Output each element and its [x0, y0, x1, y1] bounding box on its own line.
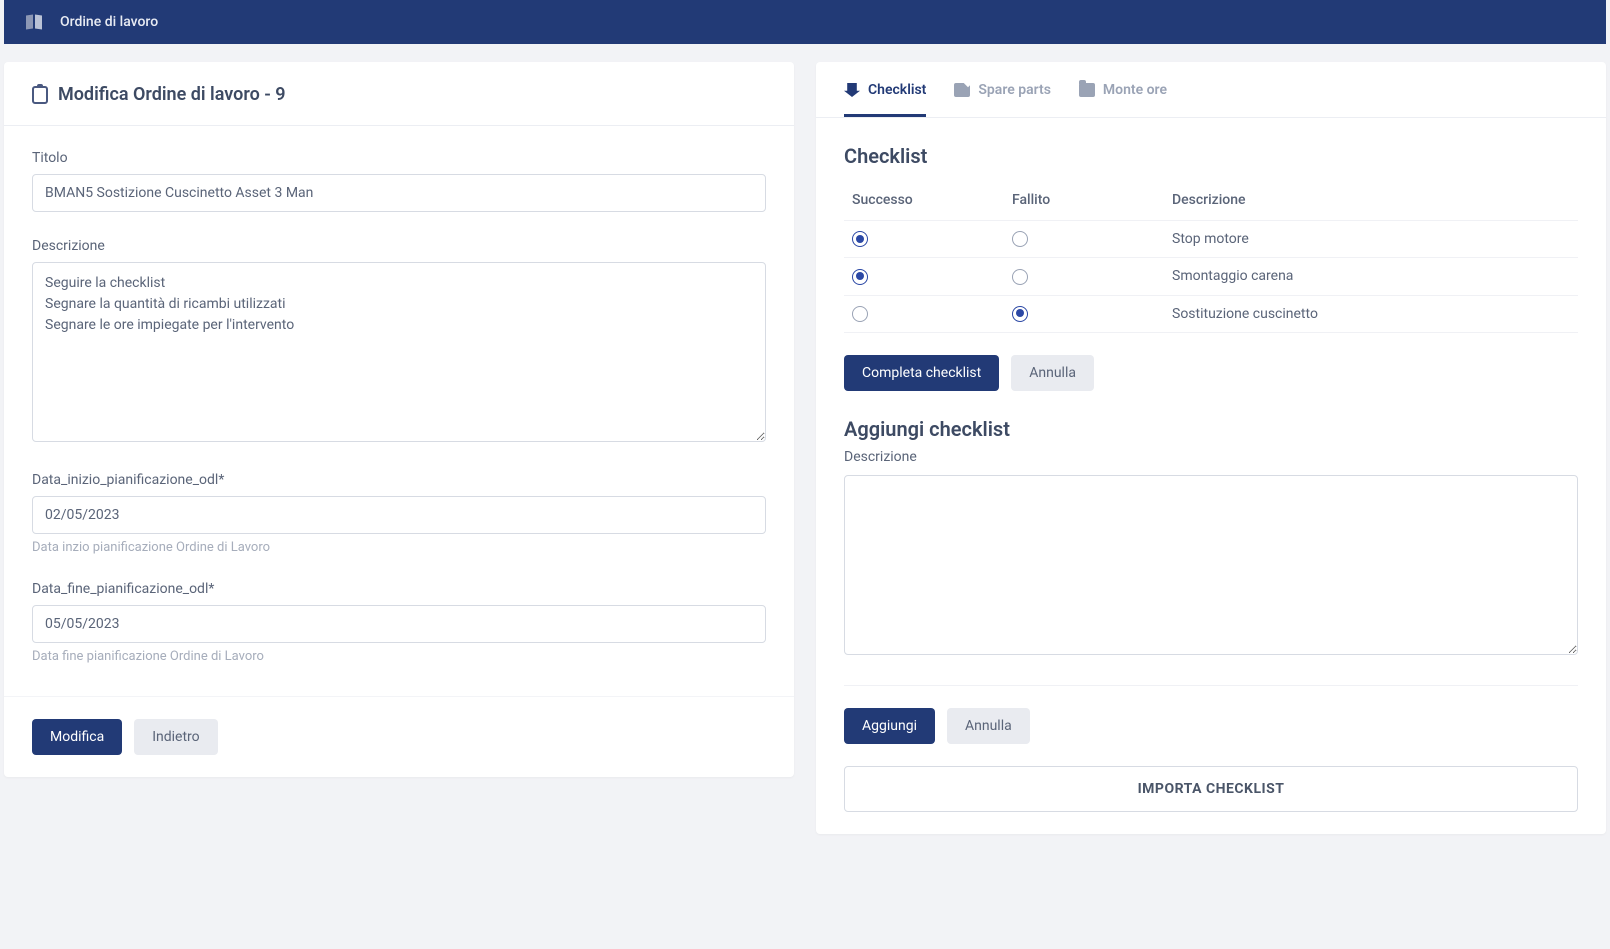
book-icon [26, 14, 44, 30]
titolo-input[interactable] [32, 174, 766, 212]
clipboard-icon [32, 86, 48, 104]
page-title: Modifica Ordine di lavoro - 9 [58, 84, 286, 105]
aggiungi-button[interactable]: Aggiungi [844, 708, 935, 744]
tab-checklist-label: Checklist [868, 82, 926, 98]
checklist-heading: Checklist [844, 144, 1578, 168]
successo-radio[interactable] [852, 269, 868, 285]
tab-spare-parts-label: Spare parts [978, 82, 1051, 98]
data-fine-help: Data fine pianificazione Ordine di Lavor… [32, 649, 766, 664]
field-data-inizio: Data_inizio_pianificazione_odl* Data inz… [32, 472, 766, 555]
tab-spare-parts[interactable]: Spare parts [954, 82, 1051, 117]
data-fine-input[interactable] [32, 605, 766, 643]
col-fallito: Fallito [1004, 184, 1164, 221]
importa-checklist-button[interactable]: IMPORTA CHECKLIST [844, 766, 1578, 812]
add-annulla-button[interactable]: Annulla [947, 708, 1030, 744]
pin-icon [844, 83, 860, 97]
descrizione-label: Descrizione [32, 238, 766, 254]
checklist-panel: Checklist Spare parts Monte ore Checklis… [816, 62, 1606, 834]
indietro-button[interactable]: Indietro [134, 719, 217, 755]
file-icon [954, 83, 970, 97]
checklist-actions: Completa checklist Annulla [844, 355, 1578, 417]
folder-icon [1079, 83, 1095, 97]
successo-radio[interactable] [852, 306, 868, 322]
checklist-row: Sostituzione cuscinetto [844, 295, 1578, 332]
col-successo: Successo [844, 184, 1004, 221]
topbar-title: Ordine di lavoro [60, 14, 158, 30]
main-layout: Modifica Ordine di lavoro - 9 Titolo Des… [0, 44, 1610, 838]
left-panel-footer: Modifica Indietro [4, 696, 794, 777]
data-inizio-input[interactable] [32, 496, 766, 534]
tab-monte-ore[interactable]: Monte ore [1079, 82, 1167, 117]
add-checklist-section: Aggiungi checklist Descrizione [816, 417, 1606, 685]
add-desc-textarea[interactable] [844, 475, 1578, 655]
checklist-section: Checklist Successo Fallito Descrizione S… [816, 118, 1606, 417]
completa-checklist-button[interactable]: Completa checklist [844, 355, 999, 391]
checklist-row: Stop motore [844, 221, 1578, 258]
edit-work-order-panel: Modifica Ordine di lavoro - 9 Titolo Des… [4, 62, 794, 777]
add-checklist-actions: Aggiungi Annulla [816, 686, 1606, 766]
topbar: Ordine di lavoro [4, 0, 1606, 44]
import-area: IMPORTA CHECKLIST [816, 766, 1606, 834]
field-titolo: Titolo [32, 150, 766, 212]
data-inizio-help: Data inzio pianificazione Ordine di Lavo… [32, 540, 766, 555]
fallito-radio[interactable] [1012, 306, 1028, 322]
checklist-row: Smontaggio carena [844, 258, 1578, 295]
successo-radio[interactable] [852, 231, 868, 247]
modifica-button[interactable]: Modifica [32, 719, 122, 755]
checklist-annulla-button[interactable]: Annulla [1011, 355, 1094, 391]
add-desc-label: Descrizione [844, 449, 1578, 465]
checklist-row-desc: Sostituzione cuscinetto [1164, 295, 1578, 332]
field-data-fine: Data_fine_pianificazione_odl* Data fine … [32, 581, 766, 664]
col-descrizione: Descrizione [1164, 184, 1578, 221]
tab-checklist[interactable]: Checklist [844, 82, 926, 117]
tab-bar: Checklist Spare parts Monte ore [816, 62, 1606, 118]
checklist-row-desc: Smontaggio carena [1164, 258, 1578, 295]
checklist-table: Successo Fallito Descrizione Stop motore… [844, 184, 1578, 333]
add-checklist-heading: Aggiungi checklist [844, 417, 1578, 441]
form-body: Titolo Descrizione Data_inizio_pianifica… [4, 126, 794, 696]
tab-monte-ore-label: Monte ore [1103, 82, 1167, 98]
data-fine-label: Data_fine_pianificazione_odl* [32, 581, 766, 597]
descrizione-textarea[interactable] [32, 262, 766, 442]
panel-header: Modifica Ordine di lavoro - 9 [4, 62, 794, 126]
titolo-label: Titolo [32, 150, 766, 166]
fallito-radio[interactable] [1012, 231, 1028, 247]
checklist-row-desc: Stop motore [1164, 221, 1578, 258]
fallito-radio[interactable] [1012, 269, 1028, 285]
data-inizio-label: Data_inizio_pianificazione_odl* [32, 472, 766, 488]
field-descrizione: Descrizione [32, 238, 766, 446]
